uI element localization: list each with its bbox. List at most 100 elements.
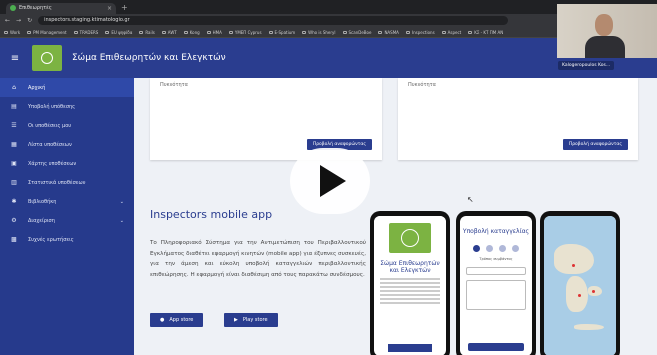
bookmark-item[interactable]: AWT [161,30,177,35]
screen: Επιθεωρητές × + ← → ↻ inspectors.staging… [0,0,657,355]
close-icon[interactable]: × [107,5,112,12]
video-play-button[interactable] [290,148,370,214]
sidebar-item[interactable]: ▩ Συχνές ερωτήσεις [0,230,134,249]
folder-icon [206,30,211,34]
sidebar-item-label: Χάρτης υποθέσεων [28,160,77,167]
bookmark-label: TRADERS [79,29,99,35]
presenter-head [595,14,613,36]
app-title: Σώμα Επιθεωρητών και Ελεγκτών [72,53,226,63]
bookmark-item[interactable]: Inspections [405,30,435,35]
bookmark-item[interactable]: Who is Sheryl [302,30,336,35]
sidebar: ⌂ Αρχική ▤ Υποβολή υπόθεσης ☰ Οι υποθέσεις μο… [0,78,134,355]
mouse-cursor-icon: ↖ [467,195,474,204]
folder-icon [161,30,166,34]
phone-next-button [468,343,524,351]
main-content: Πυκνότητα Προβολή αναφορώντας Πυκνότητα … [134,78,657,355]
phone-logo [389,223,431,253]
sidebar-item[interactable]: ▥ Στατιστικά υποθέσεων [0,173,134,192]
bookmark-label: HMA [212,29,222,35]
address-bar[interactable]: inspectors.staging.ktimatologio.gr [38,16,509,25]
view-report-button[interactable]: Προβολή αναφορώντας [562,139,628,150]
bookmark-item[interactable]: Aspect [441,30,461,35]
bookmark-item[interactable]: TRADERS [73,29,99,35]
sidebar-item-label: Βιβλιοθήκη [28,198,57,205]
folder-icon [105,30,110,34]
folder-icon [378,30,383,34]
bookmark-label: Rails [145,29,155,35]
reload-icon[interactable]: ↻ [27,17,32,24]
phone-steps [460,245,532,252]
sidebar-item[interactable]: ⌂ Αρχική [0,78,134,97]
sidebar-item-label: Οι υποθέσεις μου [28,122,72,129]
sidebar-item-label: Συχνές ερωτήσεις [28,236,74,243]
hamburger-menu-icon[interactable]: ≡ [4,53,26,64]
sidebar-item[interactable]: ✱ Βιβλιοθήκη ⌄ [0,192,134,211]
sidebar-item[interactable]: ▣ Χάρτης υποθέσεων [0,154,134,173]
folder-icon [268,30,273,34]
logo-emblem-icon [41,52,53,64]
play-store-button[interactable]: ▶ Play store [224,313,278,327]
bookmark-label: EU ψηφίδα [111,29,133,35]
new-tab-icon[interactable]: + [121,3,128,12]
card-label: Πυκνότητα [160,82,188,88]
phone-textarea [466,280,526,310]
mobile-app-description: Το Πληροφοριακό Σύστημα για την Αντιμετώ… [150,240,367,278]
bookmark-item[interactable]: EU ψηφίδα [105,30,132,35]
logo-emblem-icon [401,229,419,247]
phone-mockup-login: Σώμα Επιθεωρητών και Ελεγκτών [370,211,450,355]
sidebar-item[interactable]: ⚙ Διαχείριση ⌄ [0,211,134,230]
phone-report-title: Υποβολή καταγγελίας [462,228,530,235]
play-icon [320,165,346,197]
play-store-icon: ▶ [234,317,238,323]
map-icon: ▣ [11,160,17,167]
folder-icon [441,30,446,34]
app-store-label: App store [169,317,194,323]
bookmark-item[interactable]: HMA [206,29,222,35]
bookmark-item[interactable]: ScanDeBoe [342,29,372,35]
bookmark-item[interactable]: Kong [183,30,200,35]
sidebar-item-label: Λίστα υποθέσεων [28,141,72,148]
browser-tab[interactable]: Επιθεωρητές × [6,2,116,14]
tab-title: Επιθεωρητές [19,5,52,11]
mobile-app-title: Inspectors mobile app [150,208,273,221]
sidebar-item-label: Υποβολή υπόθεσης [28,103,76,110]
bookmark-item[interactable]: E-Spatium [268,30,295,35]
bookmark-label: NASMA [384,29,399,35]
app-store-button[interactable]: ● App store [150,313,204,327]
user-name-badge[interactable]: Kalogeropoulos Kos... [558,61,615,70]
organization-logo [32,45,62,71]
back-icon[interactable]: ← [5,17,10,24]
phone-step-label: Τρόπος συμβάντος [479,257,513,261]
phone-mockup-map [540,211,620,355]
sidebar-item[interactable]: ▦ Λίστα υποθέσεων [0,135,134,154]
home-icon: ⌂ [12,84,16,91]
phone-app-name: Σώμα Επιθεωρητών και Ελεγκτών [380,260,440,274]
phone-field [466,267,526,275]
forward-icon[interactable]: → [16,17,21,24]
folder-icon [4,30,8,34]
bookmark-label: ΥΜΕΠ Cyprus [234,29,262,35]
list-icon: ☰ [11,122,17,129]
play-store-label: Play store [242,317,268,323]
bookmark-item[interactable]: Rails [139,29,155,35]
bookmark-item[interactable]: Work [4,30,20,35]
bookmark-item[interactable]: NASMA [378,29,399,35]
folder-icon [468,30,473,34]
bookmark-label: ScanDeBoe [348,29,372,35]
folder-icon [183,30,188,34]
folder-icon [139,30,144,34]
bookmark-item[interactable]: ΥΜΕΠ Cyprus [228,29,262,35]
phone-mockup-report: Υποβολή καταγγελίας Τρόπος συμβάντος [456,211,536,355]
sidebar-item-label: Διαχείριση [28,217,55,224]
chevron-down-icon: ⌄ [119,217,124,224]
phone-login-button [388,344,432,352]
bookmark-label: ΚΣ - ΚΤ ΠΜ ΑΝ [474,29,504,35]
folder-icon [405,30,410,34]
presenter-body [585,36,625,58]
sidebar-item[interactable]: ▤ Υποβολή υπόθεσης [0,97,134,116]
bookmark-item[interactable]: PM Management [27,30,67,35]
chart-icon: ▥ [11,179,17,186]
sidebar-item-label: Στατιστικά υποθέσεων [28,179,86,186]
sidebar-item[interactable]: ☰ Οι υποθέσεις μου [0,116,134,135]
bookmark-item[interactable]: ΚΣ - ΚΤ ΠΜ ΑΝ [468,30,503,35]
